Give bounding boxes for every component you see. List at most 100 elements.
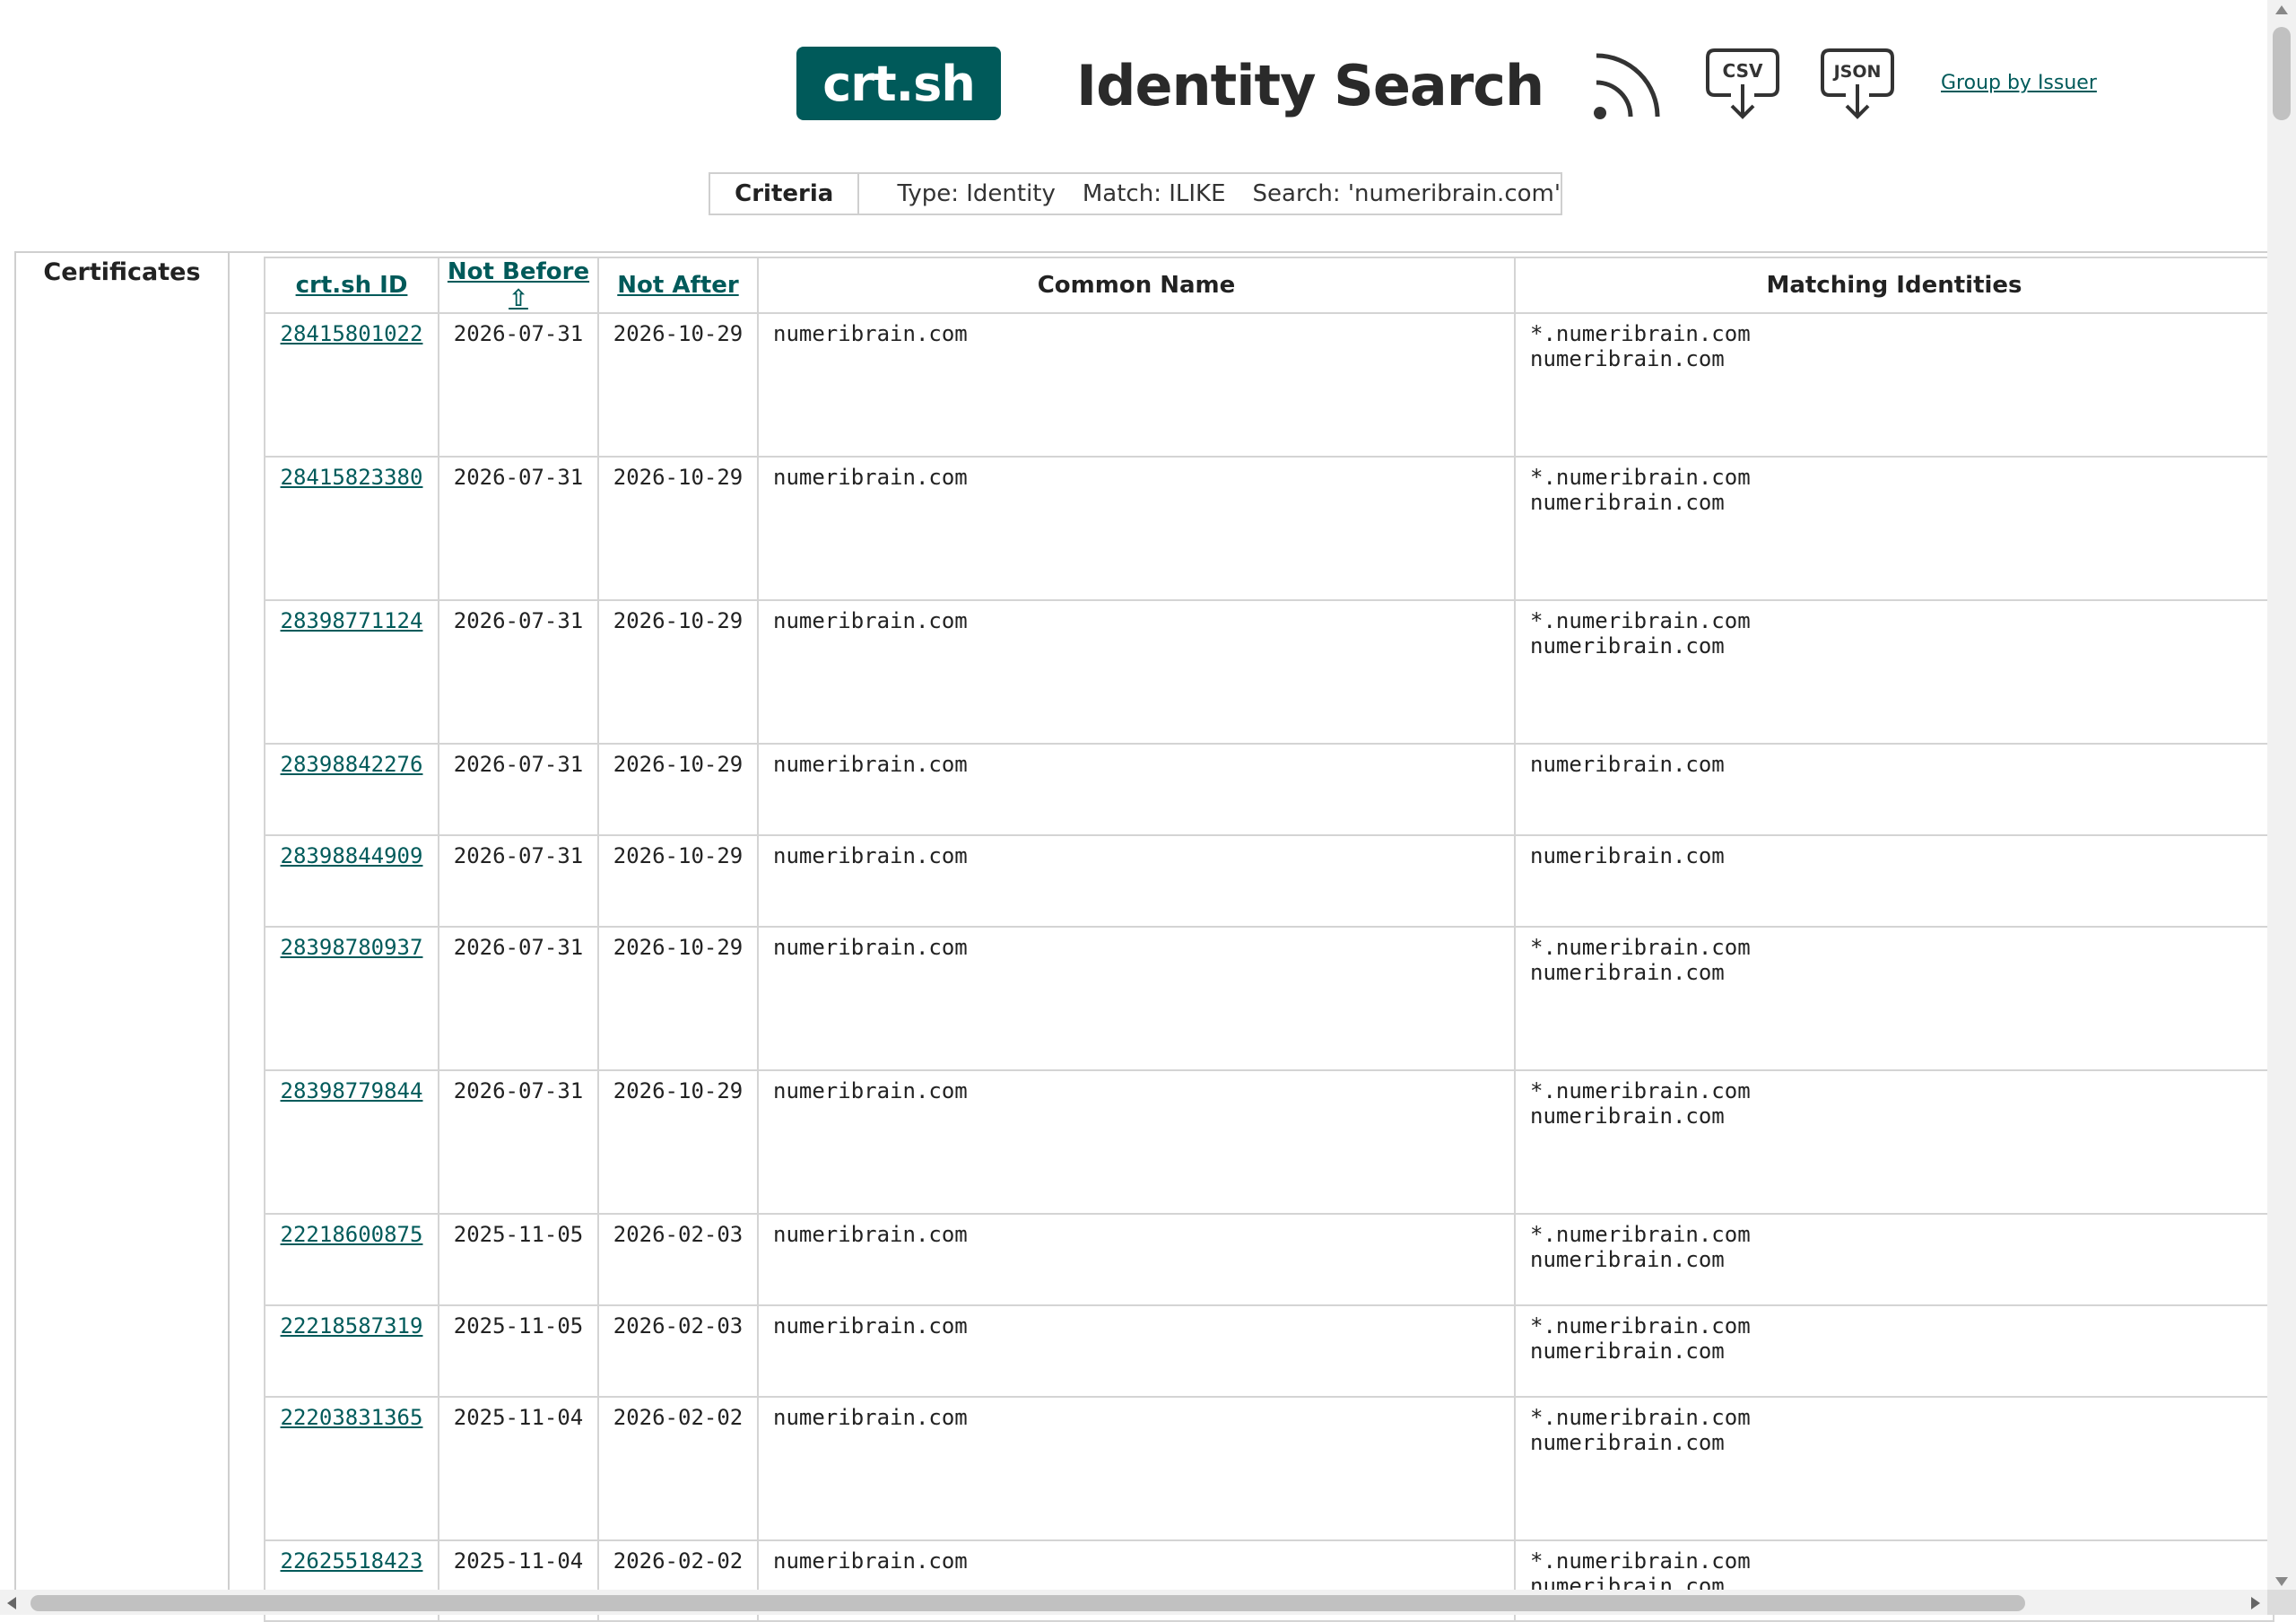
not-before-cell: 2026-07-31 xyxy=(438,312,599,458)
scroll-up-arrow-icon[interactable] xyxy=(2275,5,2288,14)
identity-line: numeribrain.com xyxy=(1530,960,1725,985)
vertical-scroll-thumb[interactable] xyxy=(2273,27,2291,120)
not-after-cell: 2026-02-03 xyxy=(597,1213,759,1306)
cert-id-link[interactable]: 22203831365 xyxy=(281,1405,423,1430)
crtsh-logo[interactable]: crt.sh xyxy=(796,47,1001,120)
cert-id-link[interactable]: 28398780937 xyxy=(281,935,423,960)
identity-line: numeribrain.com xyxy=(1530,752,1725,777)
criteria-type: Type: Identity xyxy=(897,180,1056,207)
identity-line: *.numeribrain.com xyxy=(1530,935,1751,960)
rss-icon[interactable] xyxy=(1587,45,1668,126)
not-after-cell: 2026-10-29 xyxy=(597,599,759,745)
table-row: 28398771124 2026-07-31 2026-10-29 numeri… xyxy=(264,599,2274,745)
common-name-cell: numeribrain.com xyxy=(757,312,1516,458)
table-row: 28398779844 2026-07-31 2026-10-29 numeri… xyxy=(264,1069,2274,1215)
scroll-left-arrow-icon[interactable] xyxy=(7,1597,16,1609)
cert-id-cell: 28398844909 xyxy=(264,834,439,928)
identity-line: numeribrain.com xyxy=(1530,1247,1725,1272)
json-icon-label: JSON xyxy=(1832,62,1882,82)
criteria-label: Criteria xyxy=(710,174,860,214)
common-name-cell: numeribrain.com xyxy=(757,1069,1516,1215)
cert-id-link[interactable]: 28398779844 xyxy=(281,1078,423,1103)
scroll-down-arrow-icon[interactable] xyxy=(2275,1577,2288,1586)
not-after-cell: 2026-10-29 xyxy=(597,312,759,458)
vertical-scrollbar[interactable] xyxy=(2267,0,2296,1590)
matching-identities-cell: *.numeribrain.com numeribrain.com xyxy=(1514,312,2274,458)
matching-identities-cell: *.numeribrain.com numeribrain.com xyxy=(1514,456,2274,601)
identity-line: numeribrain.com xyxy=(1530,1103,1725,1129)
identity-line: *.numeribrain.com xyxy=(1530,608,1751,633)
cert-id-link[interactable]: 22625518423 xyxy=(281,1548,423,1574)
not-before-cell: 2026-07-31 xyxy=(438,834,599,928)
not-before-cell: 2026-07-31 xyxy=(438,1069,599,1215)
cert-id-link[interactable]: 28415823380 xyxy=(281,465,423,490)
not-before-cell: 2025-11-05 xyxy=(438,1213,599,1306)
csv-download-icon[interactable]: CSV xyxy=(1702,45,1783,126)
csv-icon-label: CSV xyxy=(1723,60,1763,82)
matching-identities-cell: *.numeribrain.com numeribrain.com xyxy=(1514,599,2274,745)
cert-id-link[interactable]: 28398842276 xyxy=(281,752,423,777)
identity-line: numeribrain.com xyxy=(1530,633,1725,658)
sort-by-not-after-link[interactable]: Not After xyxy=(617,272,738,299)
cert-id-cell: 28415801022 xyxy=(264,312,439,458)
group-by-issuer-link[interactable]: Group by Issuer xyxy=(1941,72,2097,94)
horizontal-scroll-thumb[interactable] xyxy=(30,1595,2025,1611)
col-header-common-name: Common Name xyxy=(757,257,1516,314)
table-row: 28415823380 2026-07-31 2026-10-29 numeri… xyxy=(264,456,2274,601)
identity-line: numeribrain.com xyxy=(1530,843,1725,868)
matching-identities-cell: *.numeribrain.com numeribrain.com xyxy=(1514,1304,2274,1398)
scrollbar-corner xyxy=(2267,1590,2296,1615)
common-name-cell: numeribrain.com xyxy=(757,926,1516,1071)
cert-id-cell: 28398779844 xyxy=(264,1069,439,1215)
not-after-cell: 2026-10-29 xyxy=(597,456,759,601)
cert-id-link[interactable]: 22218600875 xyxy=(281,1222,423,1247)
cert-id-cell: 22218600875 xyxy=(264,1213,439,1306)
col-header-not-after[interactable]: Not After xyxy=(597,257,759,314)
col-header-not-before[interactable]: Not Before ⇧ xyxy=(438,257,599,314)
sort-by-id-link[interactable]: crt.sh ID xyxy=(296,272,408,299)
cert-id-cell: 28398842276 xyxy=(264,743,439,836)
common-name-cell: numeribrain.com xyxy=(757,1304,1516,1398)
not-after-cell: 2026-02-02 xyxy=(597,1396,759,1541)
cert-id-link[interactable]: 28415801022 xyxy=(281,321,423,346)
not-before-cell: 2026-07-31 xyxy=(438,743,599,836)
criteria-values: Type: Identity Match: ILIKE Search: 'num… xyxy=(859,174,1561,214)
table-header-row: crt.sh ID Not Before ⇧ Not After Common … xyxy=(264,257,2274,314)
common-name-cell: numeribrain.com xyxy=(757,599,1516,745)
identity-line: numeribrain.com xyxy=(1530,346,1725,371)
not-before-cell: 2025-11-04 xyxy=(438,1396,599,1541)
identity-line: numeribrain.com xyxy=(1530,1339,1725,1364)
scroll-right-arrow-icon[interactable] xyxy=(2251,1597,2260,1609)
criteria-box: Criteria Type: Identity Match: ILIKE Sea… xyxy=(709,172,1562,215)
not-after-cell: 2026-10-29 xyxy=(597,834,759,928)
not-after-cell: 2026-10-29 xyxy=(597,1069,759,1215)
not-before-cell: 2026-07-31 xyxy=(438,926,599,1071)
sort-by-not-before-link[interactable]: Not Before ⇧ xyxy=(448,258,589,312)
certificates-table: crt.sh ID Not Before ⇧ Not After Common … xyxy=(264,257,2274,1622)
common-name-cell: numeribrain.com xyxy=(757,1213,1516,1306)
identity-line: *.numeribrain.com xyxy=(1530,1548,1751,1574)
table-row: 22218587319 2025-11-05 2026-02-03 numeri… xyxy=(264,1304,2274,1398)
cert-id-link[interactable]: 22218587319 xyxy=(281,1313,423,1339)
common-name-cell: numeribrain.com xyxy=(757,743,1516,836)
certificates-label-cell: Certificates xyxy=(16,253,230,1590)
cert-id-cell: 22218587319 xyxy=(264,1304,439,1398)
cert-id-link[interactable]: 28398844909 xyxy=(281,843,423,868)
horizontal-scrollbar[interactable] xyxy=(0,1590,2267,1615)
col-header-matching-identities: Matching Identities xyxy=(1514,257,2274,314)
identity-line: *.numeribrain.com xyxy=(1530,465,1751,490)
cert-id-cell: 28398780937 xyxy=(264,926,439,1071)
identity-line: *.numeribrain.com xyxy=(1530,1313,1751,1339)
matching-identities-cell: *.numeribrain.com numeribrain.com xyxy=(1514,1069,2274,1215)
criteria-match: Match: ILIKE xyxy=(1082,180,1226,207)
col-header-id[interactable]: crt.sh ID xyxy=(264,257,439,314)
not-after-cell: 2026-02-03 xyxy=(597,1304,759,1398)
cert-id-link[interactable]: 28398771124 xyxy=(281,608,423,633)
identity-line: *.numeribrain.com xyxy=(1530,1078,1751,1103)
json-download-icon[interactable]: JSON xyxy=(1817,45,1898,126)
common-name-cell: numeribrain.com xyxy=(757,834,1516,928)
matching-identities-cell: *.numeribrain.com numeribrain.com xyxy=(1514,926,2274,1071)
criteria-search: Search: 'numeribrain.com' xyxy=(1252,180,1561,207)
common-name-cell: numeribrain.com xyxy=(757,456,1516,601)
cert-id-cell: 28398771124 xyxy=(264,599,439,745)
